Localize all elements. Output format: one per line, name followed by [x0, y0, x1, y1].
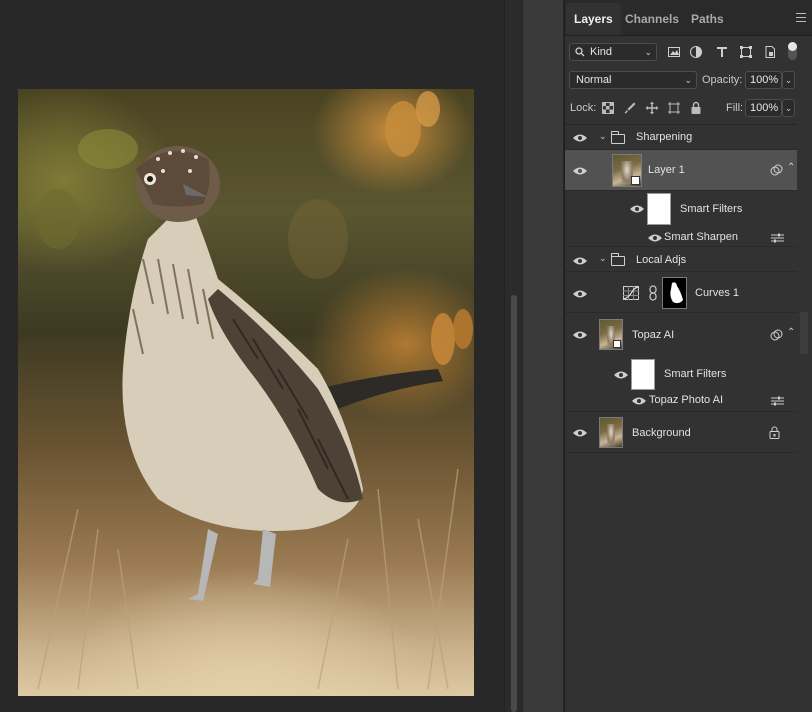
lock-position-icon[interactable]	[645, 101, 659, 115]
layers-scrollbar-thumb[interactable]	[800, 312, 808, 354]
layer-name: Smart Filters	[680, 203, 743, 215]
lock-image-pixels-icon[interactable]	[623, 101, 637, 115]
opacity-slider-toggle[interactable]: ⌄	[782, 71, 795, 89]
eye-icon[interactable]	[629, 204, 645, 214]
layer-row-topaz-ai[interactable]: Topaz AI ⌃	[565, 314, 797, 356]
canvas-scrollbar-thumb[interactable]	[511, 295, 517, 712]
eye-icon[interactable]	[572, 428, 588, 438]
tab-layers[interactable]: Layers	[566, 3, 621, 35]
filter-mask-thumbnail[interactable]	[647, 193, 671, 225]
chevron-up-icon[interactable]: ⌃	[787, 162, 795, 173]
fill-label: Fill:	[726, 102, 744, 114]
mask-bird-silhouette	[670, 282, 683, 304]
layer-row-smart-sharpen[interactable]: Smart Sharpen	[565, 227, 797, 247]
roadrunner-photo	[18, 89, 474, 696]
panel-menu-icon[interactable]	[796, 13, 806, 22]
blend-mode-dropdown[interactable]: Normal ⌄	[569, 71, 697, 89]
layer-thumbnail	[599, 319, 623, 350]
smart-object-badge-icon	[613, 340, 621, 348]
lock-row: Lock: Fill: 100% ⌄	[565, 98, 812, 118]
smart-filter-effects-icon[interactable]	[770, 164, 783, 177]
document-canvas[interactable]	[0, 0, 504, 712]
lock-icon	[769, 426, 780, 439]
layer-name: Smart Sharpen	[664, 231, 738, 243]
opacity-label: Opacity:	[702, 74, 743, 86]
layer-thumbnail	[599, 417, 623, 448]
curves-adjustment-icon[interactable]	[623, 286, 639, 300]
filter-mask-thumbnail[interactable]	[631, 359, 655, 390]
eye-icon[interactable]	[572, 166, 588, 176]
layer-row-smart-filters-2[interactable]: Smart Filters	[565, 356, 797, 392]
lock-all-icon[interactable]	[689, 101, 703, 115]
eye-icon[interactable]	[572, 133, 588, 143]
filter-toggle-switch[interactable]	[788, 42, 797, 60]
eye-icon[interactable]	[613, 370, 629, 380]
smart-object-filter-icon[interactable]	[763, 45, 777, 59]
panel-tab-bar: Layers Channels Paths	[565, 0, 812, 36]
layer-name: Smart Filters	[664, 368, 727, 380]
layer-name: Sharpening	[636, 131, 693, 143]
layer-name: Curves 1	[695, 287, 740, 299]
blend-row: Normal ⌄ Opacity: 100% ⌄	[565, 70, 812, 90]
fill-input[interactable]: 100%	[745, 99, 782, 117]
panel-dock-divider	[522, 0, 564, 712]
smart-object-badge-icon	[631, 176, 640, 185]
lock-label: Lock:	[570, 102, 597, 114]
fill-slider-toggle[interactable]: ⌄	[782, 99, 795, 117]
layer-row-layer-1[interactable]: Layer 1 ⌃	[565, 150, 797, 191]
layer-row-curves-1[interactable]: Curves 1	[565, 273, 797, 313]
filter-kind-label: Kind	[590, 46, 613, 58]
filter-row: Kind ⌄	[565, 42, 812, 62]
layers-scrollbar[interactable]	[797, 120, 812, 712]
layer-name: Local Adjs	[636, 254, 687, 266]
layer-name: Topaz AI	[632, 329, 675, 341]
layer-row-sharpening[interactable]: ⌄ Sharpening	[565, 125, 797, 150]
chevron-down-icon[interactable]: ⌄	[599, 131, 607, 142]
folder-icon	[611, 253, 625, 266]
adjustment-filter-icon[interactable]	[689, 45, 703, 59]
chevron-down-icon: ⌄	[684, 75, 692, 85]
smart-filter-effects-icon[interactable]	[770, 329, 783, 342]
search-icon	[575, 47, 585, 57]
tab-channels[interactable]: Channels	[617, 3, 687, 35]
filter-kind-dropdown[interactable]: Kind ⌄	[569, 43, 657, 61]
layer-row-topaz-photo-ai[interactable]: Topaz Photo AI	[565, 392, 797, 412]
eye-icon[interactable]	[631, 396, 647, 406]
blend-mode-value: Normal	[576, 74, 612, 86]
opacity-input[interactable]: 100%	[745, 71, 782, 89]
link-icon[interactable]	[649, 285, 657, 301]
chevron-down-icon[interactable]: ⌄	[599, 253, 607, 264]
chevron-down-icon: ⌄	[644, 47, 652, 57]
image-filter-icon[interactable]	[667, 45, 681, 59]
chevron-up-icon[interactable]: ⌃	[787, 327, 795, 338]
layer-row-local-adjs[interactable]: ⌄ Local Adjs	[565, 248, 797, 272]
type-filter-icon[interactable]	[715, 45, 729, 59]
layer-name: Topaz Photo AI	[649, 394, 723, 406]
eye-icon[interactable]	[647, 233, 663, 243]
lock-artboard-icon[interactable]	[667, 101, 681, 115]
layer-list: ⌄ Sharpening Layer 1 ⌃ Smart Filters Sma…	[565, 124, 812, 712]
folder-icon	[611, 131, 625, 144]
eye-icon[interactable]	[572, 330, 588, 340]
layer-thumbnail	[612, 154, 642, 187]
filter-blending-options-icon[interactable]	[771, 233, 784, 243]
lock-transparent-pixels-icon[interactable]	[601, 101, 615, 115]
eye-icon[interactable]	[572, 289, 588, 299]
filter-blending-options-icon[interactable]	[771, 396, 784, 406]
shape-filter-icon[interactable]	[739, 45, 753, 59]
layer-name: Layer 1	[648, 164, 685, 176]
layer-row-background[interactable]: Background	[565, 413, 797, 453]
layers-panel: Layers Channels Paths Kind ⌄ Normal ⌄ Op…	[564, 0, 812, 712]
tab-paths[interactable]: Paths	[683, 3, 732, 35]
layer-name: Background	[632, 427, 691, 439]
layer-mask-thumbnail[interactable]	[662, 277, 687, 309]
canvas-scrollbar[interactable]	[504, 0, 522, 712]
eye-icon[interactable]	[572, 256, 588, 266]
